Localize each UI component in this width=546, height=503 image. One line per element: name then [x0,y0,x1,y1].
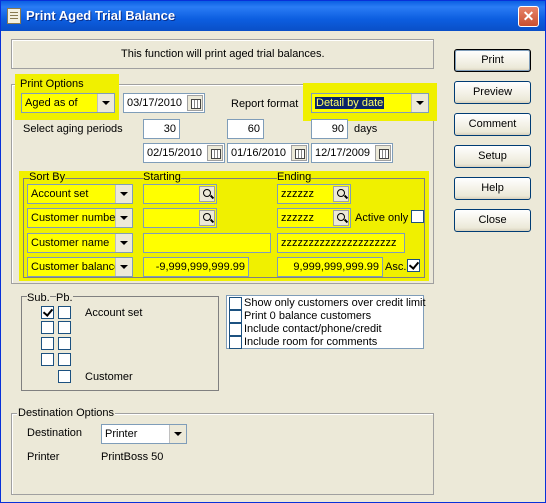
aging-period-2[interactable]: 60 [227,119,264,139]
pb-checkbox-1[interactable] [58,306,71,319]
chevron-down-icon[interactable] [411,94,428,112]
sort-end-3-input[interactable]: zzzzzzzzzzzzzzzzzzzzz [277,233,405,253]
option-contact-checkbox[interactable] [229,323,242,336]
sort-field-1-select[interactable]: Account set [27,184,133,204]
pb-checkbox-customer[interactable] [58,370,71,383]
printer-value: PrintBoss 50 [101,451,164,463]
preview-button[interactable]: Preview [454,81,531,104]
destination-value: Printer [105,428,138,440]
sort-start-3-input[interactable] [143,233,271,253]
sort-end-1-input[interactable]: zzzzzz [277,184,351,204]
chevron-down-icon[interactable] [115,258,132,276]
close-window-button[interactable]: ✕ [518,6,539,27]
sort-field-3-select[interactable]: Customer name [27,233,133,253]
aging-period-1[interactable]: 30 [143,119,180,139]
period-date-1-value: 02/15/2010 [147,147,203,159]
report-format-value: Detail by date [315,97,385,109]
customer-label: Customer [85,371,133,383]
chevron-down-icon[interactable] [115,234,132,252]
title-bar[interactable]: Print Aged Trial Balance ✕ [1,1,545,31]
destination-label: Destination [27,427,83,439]
sort-end-2-value: zzzzzz [281,212,314,224]
search-icon[interactable] [333,186,349,202]
option-zero-balance-checkbox[interactable] [229,310,242,323]
pb-checkbox-2[interactable] [58,321,71,334]
period-date-3-value: 12/17/2009 [315,147,371,159]
window-title: Print Aged Trial Balance [26,8,176,23]
asc-label: Asc. [385,261,407,273]
period-date-2[interactable]: 01/16/2010 [227,143,309,163]
sort-by-label: Sort By [29,171,66,184]
option-zero-balance-label: Print 0 balance customers [244,310,372,322]
pb-checkbox-4[interactable] [58,353,71,366]
calendar-icon[interactable] [207,145,223,161]
info-text: This function will print aged trial bala… [121,48,325,60]
sort-start-4-input[interactable]: -9,999,999,999.99 [143,257,249,277]
period-date-2-value: 01/16/2010 [231,147,287,159]
close-button[interactable]: Close [454,209,531,232]
destination-select[interactable]: Printer [101,424,187,444]
calendar-icon[interactable] [187,95,203,111]
option-comments-checkbox[interactable] [229,336,242,349]
sort-field-4-select[interactable]: Customer balance [27,257,133,277]
sub-checkbox-3[interactable] [41,337,54,350]
chevron-down-icon[interactable] [115,185,132,203]
chevron-down-icon[interactable] [97,94,114,112]
document-icon [7,8,21,24]
ending-label: Ending [277,171,312,184]
aged-as-of-value: Aged as of [25,97,78,109]
print-aged-trial-balance-window: Print Aged Trial Balance ✕ This function… [0,0,546,503]
option-comments-label: Include room for comments [244,336,378,348]
as-of-date-field[interactable]: 03/17/2010 [123,93,205,113]
sub-checkbox-2[interactable] [41,321,54,334]
starting-label: Starting [143,171,181,184]
active-only-checkbox[interactable] [411,210,424,223]
option-contact-label: Include contact/phone/credit [244,323,382,335]
aging-periods-label: Select aging periods [23,123,123,135]
sort-end-2-input[interactable]: zzzzzz [277,208,351,228]
sub-checkbox-1[interactable] [41,306,54,319]
help-button[interactable]: Help [454,177,531,200]
sort-field-3-value: Customer name [31,237,110,249]
sort-field-2-value: Customer number [31,212,120,224]
sort-end-4-input[interactable]: 9,999,999,999.99 [277,257,383,277]
sort-end-1-value: zzzzzz [281,188,314,200]
aging-period-3[interactable]: 90 [311,119,348,139]
search-icon[interactable] [199,186,215,202]
pb-checkbox-3[interactable] [58,337,71,350]
chevron-down-icon[interactable] [169,425,186,443]
sub-label: Sub. [27,292,50,305]
as-of-date-value: 03/17/2010 [127,97,183,109]
sort-field-1-value: Account set [31,188,89,200]
search-icon[interactable] [333,210,349,226]
sub-checkbox-4[interactable] [41,353,54,366]
sort-field-4-value: Customer balance [31,261,121,273]
asc-checkbox[interactable] [407,259,420,272]
print-options-label: Print Options [19,78,85,90]
chevron-down-icon[interactable] [115,209,132,227]
report-format-label: Report format [231,98,299,110]
print-button[interactable]: Print [454,49,531,72]
calendar-icon[interactable] [291,145,307,161]
sort-start-2-input[interactable] [143,208,217,228]
setup-button[interactable]: Setup [454,145,531,168]
destination-options-label: Destination Options [17,407,115,419]
period-date-3[interactable]: 12/17/2009 [311,143,393,163]
period-date-1[interactable]: 02/15/2010 [143,143,225,163]
account-set-label: Account set [85,307,143,319]
pb-label: Pb. [56,292,73,305]
days-label: days [354,123,378,135]
active-only-label: Active only [355,212,409,224]
destination-options-group [11,413,434,495]
aged-as-of-select[interactable]: Aged as of [21,93,115,113]
report-format-select[interactable]: Detail by date [311,93,429,113]
search-icon[interactable] [199,210,215,226]
sort-start-1-input[interactable] [143,184,217,204]
comment-button[interactable]: Comment [454,113,531,136]
option-over-credit-label: Show only customers over credit limit [244,297,426,309]
sort-field-2-select[interactable]: Customer number [27,208,133,228]
calendar-icon[interactable] [375,145,391,161]
option-over-credit-checkbox[interactable] [229,297,242,310]
printer-label: Printer [27,451,60,463]
